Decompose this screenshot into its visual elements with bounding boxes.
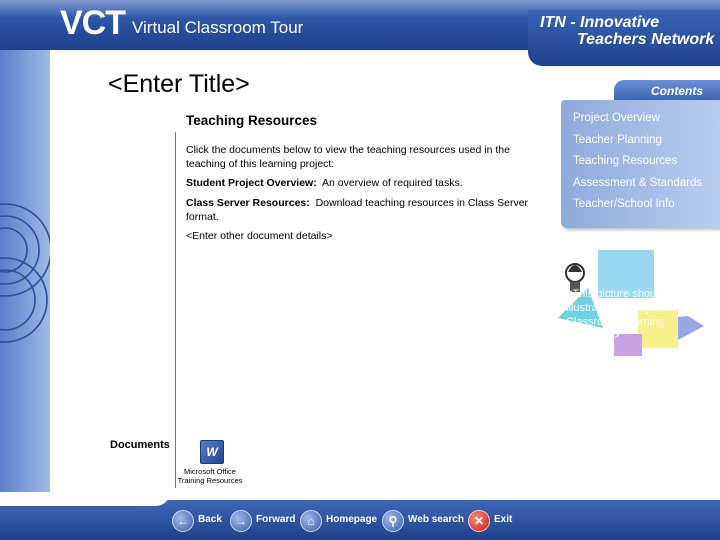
web-search-button[interactable]: ⚲ Web search xyxy=(382,510,466,532)
forward-arrow-icon: → xyxy=(230,510,252,532)
contents-item-teaching-resources[interactable]: Teaching Resources xyxy=(573,155,677,167)
word-document-icon[interactable]: W xyxy=(200,440,224,464)
web-search-label: Web search xyxy=(408,514,464,525)
forward-label: Forward xyxy=(256,514,296,525)
exit-x-icon: ✕ xyxy=(468,510,490,532)
picture-placeholder-text: <This picture should illustrate the subj… xyxy=(566,288,700,342)
decorative-arcs xyxy=(0,203,50,343)
back-label: Back xyxy=(198,514,222,525)
brand-logo: VCT xyxy=(60,4,126,42)
exit-button[interactable]: ✕ Exit xyxy=(468,510,516,532)
resource-item-label: Class Server Resources: xyxy=(186,197,310,209)
resource-item-student-overview: Student Project Overview: An overview of… xyxy=(186,177,536,191)
contents-item-project-overview[interactable]: Project Overview xyxy=(573,112,660,124)
home-icon: ⌂ xyxy=(300,510,322,532)
forward-button[interactable]: → Forward xyxy=(230,510,298,532)
left-decorative-bar xyxy=(0,50,50,500)
contents-item-teacher-planning[interactable]: Teacher Planning xyxy=(573,134,662,146)
back-button[interactable]: ← Back xyxy=(172,510,228,532)
contents-tab-label: Contents xyxy=(651,84,703,98)
documents-label: Documents xyxy=(110,439,170,451)
other-document-details: <Enter other document details> xyxy=(186,230,333,242)
homepage-label: Homepage xyxy=(326,514,378,525)
contents-item-teacher-school-info[interactable]: Teacher/School Info xyxy=(573,198,675,210)
section-intro: Click the documents below to view the te… xyxy=(186,144,510,170)
contents-item-assessment-standards[interactable]: Assessment & Standards xyxy=(573,177,702,189)
homepage-button[interactable]: ⌂ Homepage xyxy=(300,510,380,532)
section-title: Teaching Resources xyxy=(186,113,318,128)
resource-item-class-server: Class Server Resources: Download teachin… xyxy=(186,197,536,224)
exit-label: Exit xyxy=(494,514,513,525)
content-divider xyxy=(175,132,176,488)
page-title: <Enter Title> xyxy=(108,70,250,98)
partner-logo-line1: ITN - Innovative xyxy=(540,14,660,31)
resource-item-label: Student Project Overview: xyxy=(186,177,317,189)
partner-logo-line2: Teachers Network xyxy=(577,31,715,48)
magnifier-icon: ⚲ xyxy=(382,510,404,532)
document-caption[interactable]: Microsoft Office Training Resources xyxy=(174,467,246,485)
back-arrow-icon: ← xyxy=(172,510,194,532)
brand-subtitle: Virtual Classroom Tour xyxy=(132,18,304,37)
resource-item-text: An overview of required tasks. xyxy=(321,177,463,189)
footer-curve xyxy=(0,492,170,506)
